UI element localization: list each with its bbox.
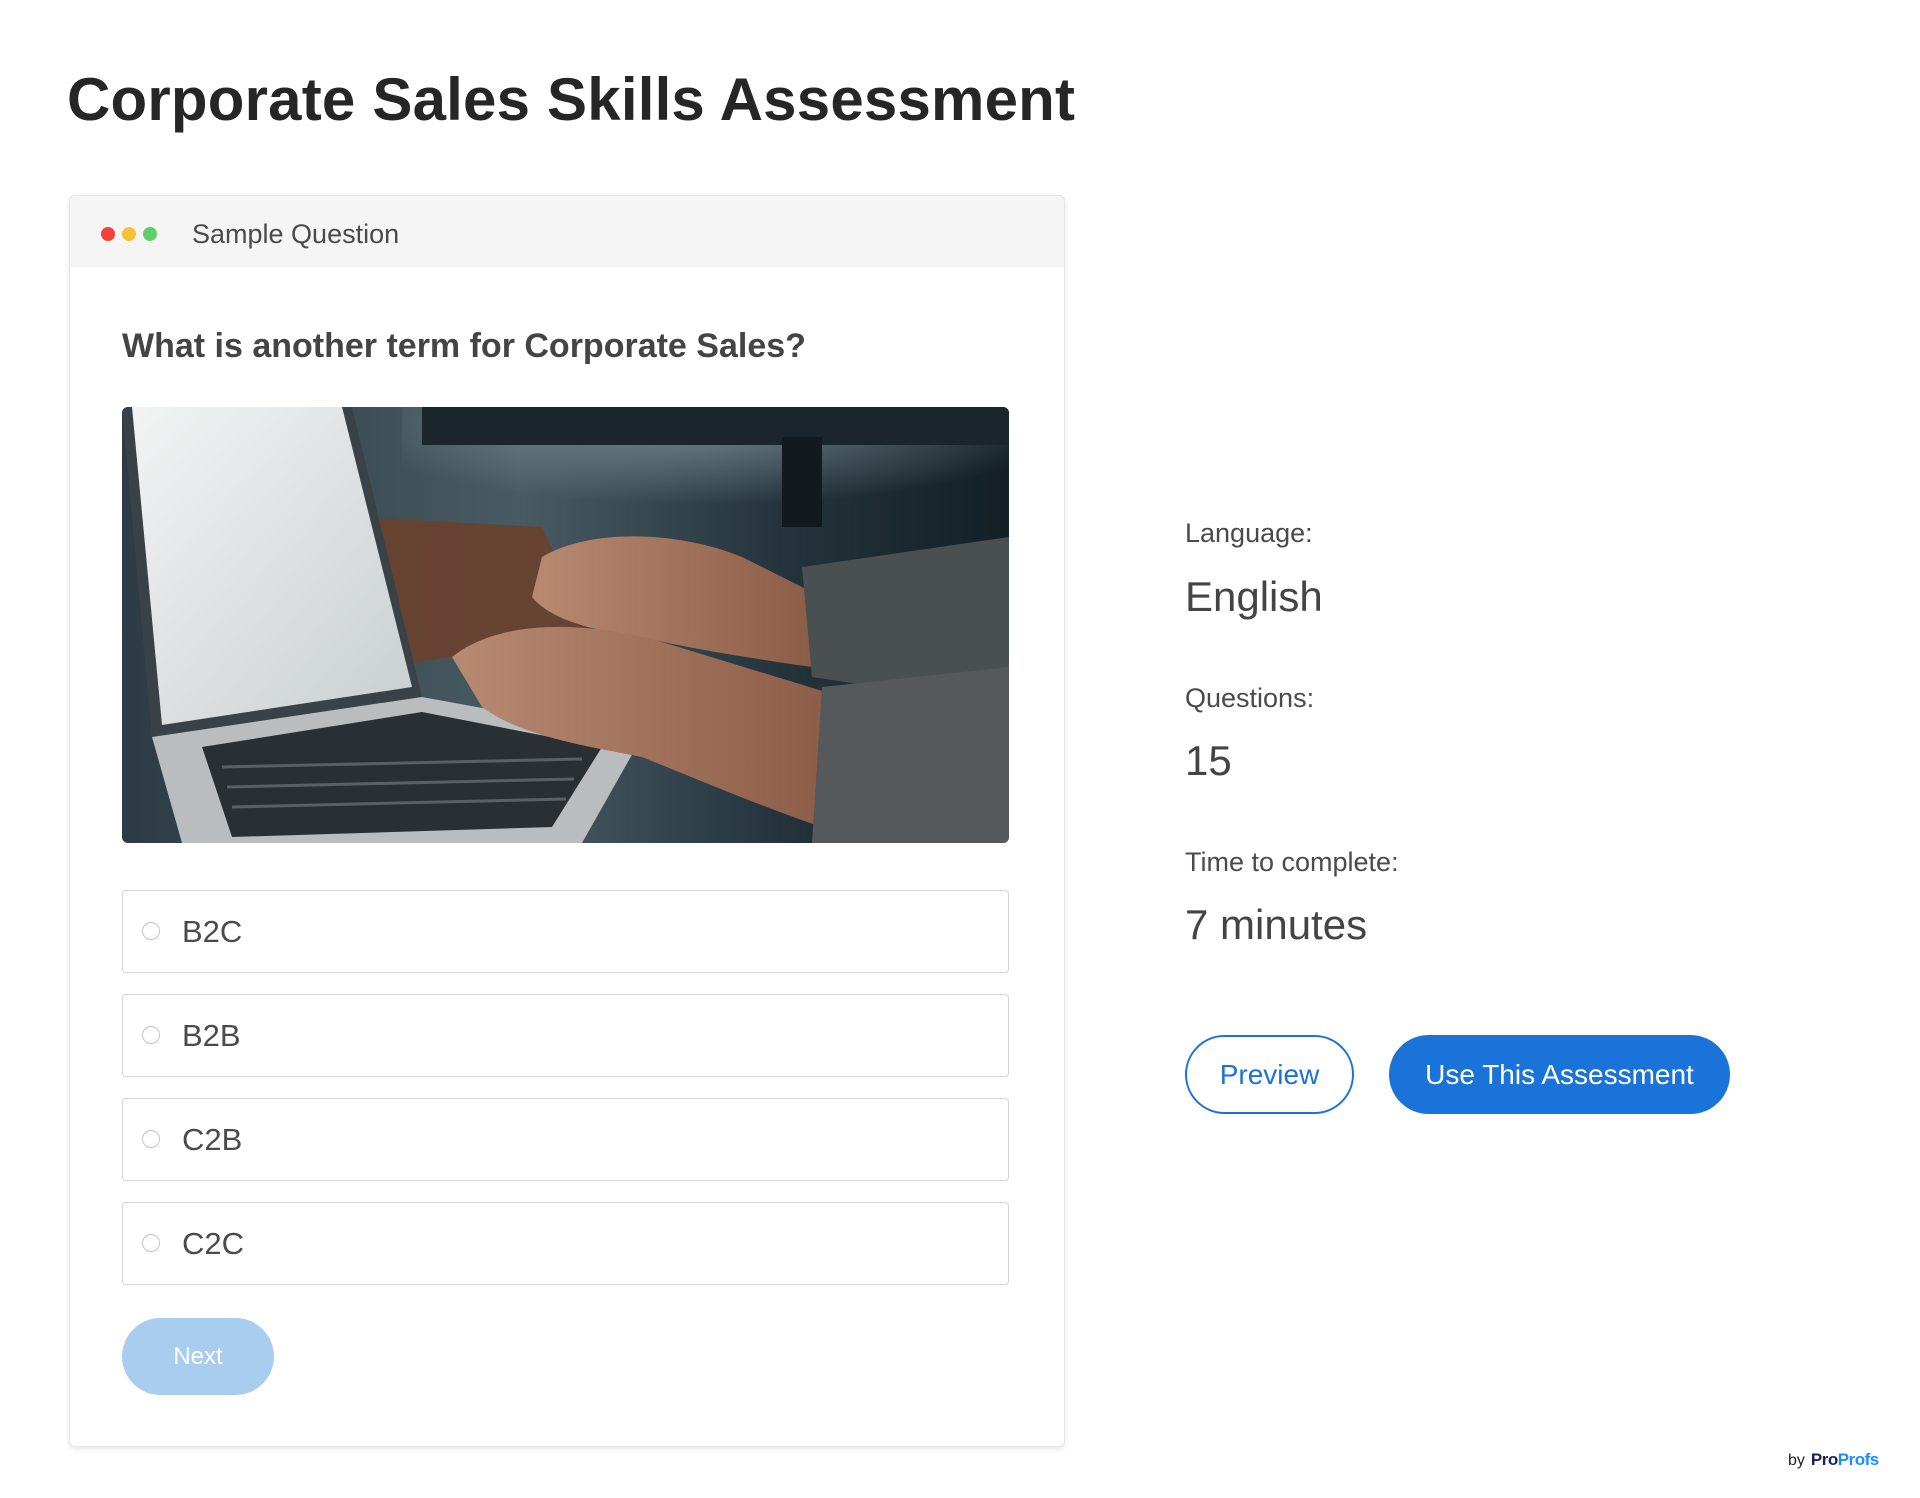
- answer-option-label: C2C: [182, 1226, 245, 1261]
- questions-value: 15: [1185, 737, 1232, 784]
- time-label: Time to complete:: [1185, 847, 1399, 877]
- next-button[interactable]: Next: [122, 1318, 274, 1395]
- window-dot-red-icon: [101, 227, 115, 241]
- sample-question-card: Sample Question What is another term for…: [69, 195, 1065, 1447]
- language-label: Language:: [1185, 518, 1313, 548]
- answer-options: B2C B2B C2B C2C: [122, 890, 1009, 1306]
- page-title: Corporate Sales Skills Assessment: [67, 66, 1076, 133]
- preview-button[interactable]: Preview: [1185, 1035, 1354, 1114]
- answer-option-label: C2B: [182, 1122, 243, 1157]
- window-dot-yellow-icon: [122, 227, 136, 241]
- branding-by: by: [1788, 1452, 1805, 1469]
- question-image: [122, 407, 1009, 843]
- window-dot-green-icon: [143, 227, 157, 241]
- answer-option[interactable]: B2C: [122, 890, 1009, 973]
- question-text: What is another term for Corporate Sales…: [122, 327, 806, 365]
- proprofs-logo-part2: Profs: [1837, 1450, 1879, 1469]
- page: Corporate Sales Skills Assessment Sample…: [0, 0, 1920, 1498]
- answer-option-label: B2C: [182, 914, 243, 949]
- time-value: 7 minutes: [1185, 901, 1368, 948]
- proprofs-logo[interactable]: ProProfs: [1811, 1450, 1879, 1470]
- answer-option[interactable]: C2B: [122, 1098, 1009, 1181]
- answer-option[interactable]: C2C: [122, 1202, 1009, 1285]
- use-assessment-button[interactable]: Use This Assessment: [1389, 1035, 1730, 1114]
- questions-label: Questions:: [1185, 683, 1315, 713]
- language-value: English: [1185, 573, 1323, 620]
- answer-option-label: B2B: [182, 1018, 241, 1053]
- radio-button[interactable]: [142, 1026, 160, 1044]
- radio-button[interactable]: [142, 1130, 160, 1148]
- card-header-label: Sample Question: [192, 219, 400, 249]
- branding: by ProProfs: [1788, 1450, 1879, 1471]
- radio-button[interactable]: [142, 922, 160, 940]
- laptop-typing-photo-icon: [122, 407, 1009, 843]
- answer-option[interactable]: B2B: [122, 994, 1009, 1077]
- proprofs-logo-part1: Pro: [1810, 1450, 1838, 1469]
- radio-button[interactable]: [142, 1234, 160, 1252]
- card-header: Sample Question: [70, 196, 1064, 267]
